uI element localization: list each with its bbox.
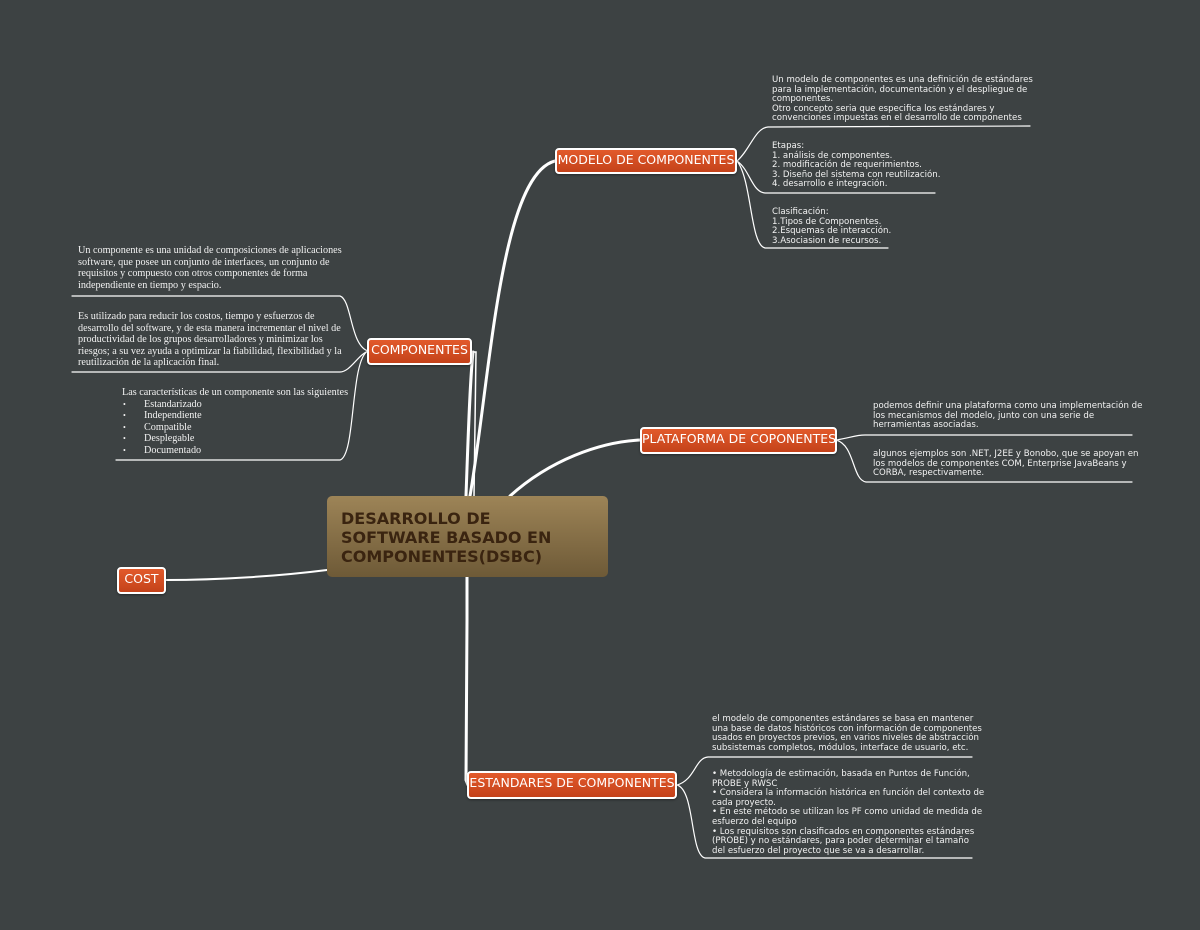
topic-label: ESTANDARES DE COMPONENTES bbox=[469, 775, 675, 790]
note-componente-caracteristicas: Las características de un componente son… bbox=[122, 387, 348, 457]
note-estandares-metodologia: • Metodología de estimación, basada en P… bbox=[712, 769, 985, 856]
caracteristica-item: Compatible bbox=[122, 422, 348, 434]
caracteristica-item: Documentado bbox=[122, 445, 348, 457]
caracteristica-item: Estandarizado bbox=[122, 399, 348, 411]
note-plataforma-ejemplos: algunos ejemplos son .NET, J2EE y Bonobo… bbox=[873, 449, 1139, 479]
note-plataforma-definicion: podemos definir una plataforma como una … bbox=[873, 401, 1143, 431]
topic-label: COMPONENTES bbox=[371, 342, 468, 357]
note-componente-uso: Es utilizado para reducir los costos, ti… bbox=[78, 311, 342, 369]
topic-componentes[interactable]: COMPONENTES bbox=[367, 338, 472, 365]
connector-central-cost bbox=[165, 569, 328, 581]
note-estandares-definicion: el modelo de componentes estándares se b… bbox=[712, 714, 982, 753]
central-topic-label: DESARROLLO DE SOFTWARE BASADO EN COMPONE… bbox=[341, 509, 552, 566]
note-modelo-etapas: Etapas: 1. análisis de componentes. 2. m… bbox=[772, 141, 941, 190]
connector-central-plataforma bbox=[508, 438, 642, 498]
caracteristica-item: Desplegable bbox=[122, 433, 348, 445]
note-modelo-clasificacion: Clasificación: 1.Tipos de Componentes. 2… bbox=[772, 207, 892, 246]
central-topic[interactable]: DESARROLLO DE SOFTWARE BASADO EN COMPONE… bbox=[327, 496, 608, 577]
topic-estandares-de-componentes[interactable]: ESTANDARES DE COMPONENTES bbox=[467, 771, 677, 799]
connector-central-modelo bbox=[468, 159, 557, 498]
topic-plataforma-de-componentes[interactable]: PLATAFORMA DE COPONENTES bbox=[640, 427, 837, 454]
note-componente-definicion: Un componente es una unidad de composici… bbox=[78, 245, 342, 291]
connector-central-estandares bbox=[464, 575, 470, 787]
topic-label: PLATAFORMA DE COPONENTES bbox=[642, 431, 837, 446]
connector-plat-note-1 bbox=[835, 434, 1133, 441]
caracteristica-item: Independiente bbox=[122, 410, 348, 422]
topic-label: MODELO DE COMPONENTES bbox=[557, 152, 735, 167]
note-modelo-definicion: Un modelo de componentes es una definici… bbox=[772, 75, 1033, 124]
caracteristicas-list: Estandarizado Independiente Compatible D… bbox=[122, 399, 348, 457]
topic-modelo-de-componentes[interactable]: MODELO DE COMPONENTES bbox=[555, 148, 737, 174]
topic-cost[interactable]: COST bbox=[117, 567, 166, 594]
caracteristicas-intro: Las características de un componente son… bbox=[122, 387, 349, 398]
topic-label: COST bbox=[124, 571, 159, 586]
